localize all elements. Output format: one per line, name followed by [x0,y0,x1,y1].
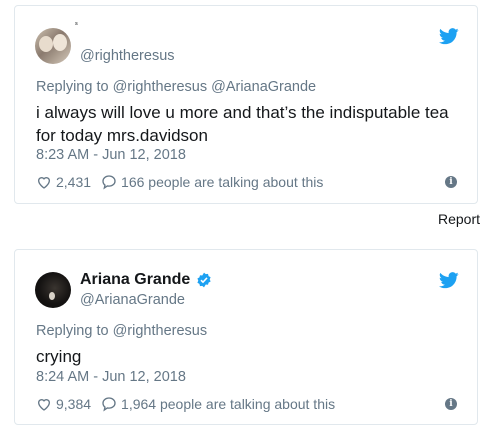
tweet-handle[interactable]: @ArianaGrande [80,292,185,308]
avatar[interactable] [35,272,71,308]
tweet-card-2[interactable]: Ariana Grande @ArianaGrande Replying to … [14,249,478,425]
verified-badge-icon [197,272,211,288]
reply-line: Replying to @rightheresus [36,323,207,339]
info-icon[interactable]: i [445,398,457,410]
display-name[interactable]: Ariana Grande [80,271,190,289]
tweet-text: i always will love u more and that’s the… [36,103,449,145]
tweet-handle[interactable]: @rightheresus [80,48,175,64]
reply-prefix: Replying to [36,79,109,95]
reply-line: Replying to @rightheresus @ArianaGrande [36,79,316,95]
avatar-face-right [53,34,67,51]
reply-mentions[interactable]: @rightheresus @ArianaGrande [113,79,317,95]
talking-count[interactable]: 1,964 people are talking about this [121,396,335,412]
twitter-bird-icon[interactable] [439,28,459,45]
heart-icon[interactable] [36,174,52,190]
avatar-highlight [49,292,55,300]
report-link[interactable]: Report [438,211,480,227]
name-row: Ariana Grande [80,271,212,289]
avatar-face-left [39,36,53,52]
talking-count[interactable]: 166 people are talking about this [121,174,323,190]
small-mark: ˢ [75,20,78,29]
comment-icon[interactable] [101,174,117,190]
reply-mentions[interactable]: @rightheresus [113,323,208,339]
twitter-bird-icon[interactable] [439,272,459,289]
info-icon[interactable]: i [445,176,457,188]
like-count: 9,384 [56,396,92,412]
tweet-actions: 9,384 1,964 people are talking about thi… [36,396,459,412]
reply-prefix: Replying to [36,323,109,339]
like-count: 2,431 [56,174,92,190]
heart-icon[interactable] [36,396,52,412]
tweet-text: crying [36,347,82,366]
tweet-timestamp[interactable]: 8:23 AM - Jun 12, 2018 [36,147,186,163]
tweet-actions: 2,431 166 people are talking about this [36,174,459,190]
comment-icon[interactable] [101,396,117,412]
tweet-card-1[interactable]: ˢ @rightheresus Replying to @rightheresu… [14,5,478,204]
tweet-timestamp[interactable]: 8:24 AM - Jun 12, 2018 [36,369,186,385]
avatar[interactable] [35,28,71,64]
